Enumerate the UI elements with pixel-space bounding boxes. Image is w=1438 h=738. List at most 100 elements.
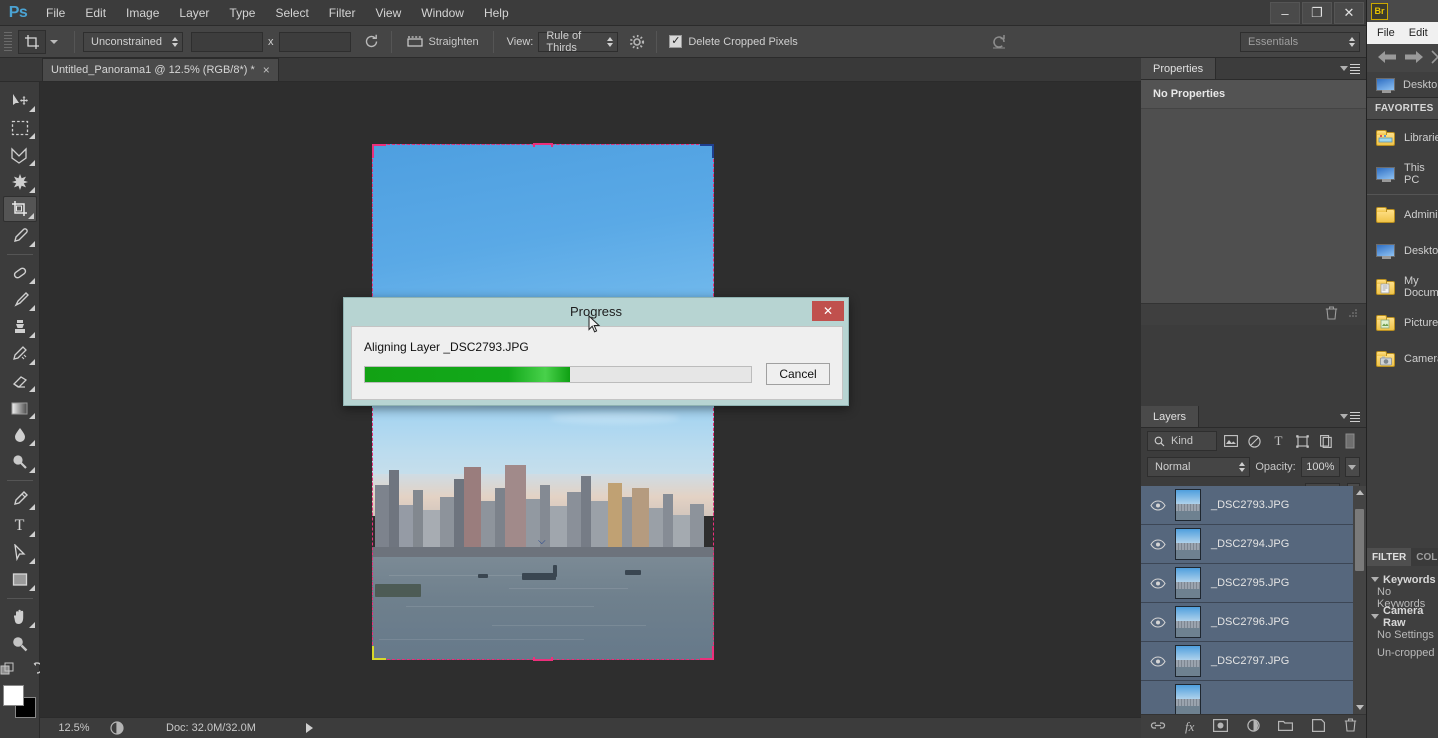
favorite-libraries[interactable]: Libraries [1367,120,1438,156]
eye-icon[interactable] [1141,655,1175,667]
close-icon[interactable]: × [263,64,270,76]
type-filter-icon[interactable]: T [1269,431,1289,451]
delete-cropped-pixels-checkbox[interactable]: ✓ Delete Cropped Pixels [669,35,798,48]
layer-row[interactable]: _DSC2794.JPG [1141,525,1366,564]
status-expand-icon[interactable] [305,723,313,733]
panel-resize-grip[interactable] [1348,308,1358,321]
eyedropper-tool[interactable] [3,223,37,249]
scroll-up-icon[interactable] [1355,490,1364,495]
new-layer-icon[interactable] [1312,718,1325,735]
rectangle-tool[interactable] [3,567,37,593]
type-tool[interactable]: T [3,513,37,539]
menu-help[interactable]: Help [474,0,519,26]
minimize-button[interactable]: – [1270,2,1300,24]
zoom-tool[interactable] [3,631,37,657]
tab-collections[interactable]: COLLECTIONS [1411,548,1438,566]
blend-mode-select[interactable]: Normal [1147,457,1251,477]
bridge-path-bar[interactable]: Desktop [1367,72,1438,98]
bridge-menu-file[interactable]: File [1377,27,1395,39]
layer-style-icon[interactable]: fx [1185,719,1194,735]
layer-thumbnail[interactable] [1175,489,1201,521]
favorite-my-documents[interactable]: My Documents [1367,269,1438,305]
options-bar-grip[interactable] [4,31,14,53]
reset-tools-icon[interactable] [24,662,43,679]
properties-panel-menu-icon[interactable] [1334,58,1366,79]
cancel-button[interactable]: Cancel [766,363,830,385]
close-button[interactable]: ✕ [1334,2,1364,24]
layer-filter-kind-select[interactable]: Kind [1147,431,1217,451]
layer-list[interactable]: _DSC2793.JPG _DSC2794.JPG _DSC2795.JPG _… [1141,486,1366,714]
gradient-tool[interactable] [3,395,37,421]
crop-tool-icon[interactable] [18,29,46,54]
menu-edit[interactable]: Edit [75,0,116,26]
document-tab[interactable]: Untitled_Panorama1 @ 12.5% (RGB/8*) * × [42,58,279,81]
layer-row[interactable]: _DSC2797.JPG [1141,642,1366,681]
shape-filter-icon[interactable] [1292,431,1312,451]
lasso-tool[interactable] [3,142,37,168]
move-tool[interactable] [3,88,37,114]
path-selection-tool[interactable] [3,540,37,566]
spot-healing-brush-tool[interactable] [3,260,37,286]
favorite-pictures[interactable]: Pictures [1367,305,1438,341]
menu-window[interactable]: Window [411,0,474,26]
menu-layer[interactable]: Layer [169,0,219,26]
progress-dialog[interactable]: Progress ✕ Aligning Layer _DSC2793.JPG C… [343,297,849,406]
layer-thumbnail[interactable] [1175,606,1201,638]
link-layers-icon[interactable] [1150,720,1166,734]
tab-filter[interactable]: FILTER [1367,548,1412,566]
eye-icon[interactable] [1141,499,1175,511]
blur-tool[interactable] [3,422,37,448]
brush-tool[interactable] [3,287,37,313]
scroll-down-icon[interactable] [1355,705,1364,710]
forward-arrow-icon[interactable] [1404,50,1424,67]
filter-camera-raw-value[interactable]: No Settings [1367,626,1438,644]
reset-icon[interactable] [988,32,1010,52]
opacity-dropdown-icon[interactable] [1344,457,1360,477]
quick-selection-tool[interactable] [3,169,37,195]
favorite-administrator[interactable]: Administrator [1367,197,1438,233]
back-arrow-icon[interactable] [1377,50,1397,67]
layer-row[interactable] [1141,681,1366,714]
favorite-desktop[interactable]: Desktop [1367,233,1438,269]
favorite-this-pc[interactable]: This PC [1367,156,1438,192]
delete-layer-icon[interactable] [1344,718,1357,735]
layer-row[interactable]: _DSC2793.JPG [1141,486,1366,525]
scrollbar-thumb[interactable] [1355,509,1364,571]
history-brush-tool[interactable] [3,341,37,367]
new-group-icon[interactable] [1278,719,1294,734]
layer-row[interactable]: _DSC2796.JPG [1141,603,1366,642]
color-swatches[interactable] [2,685,37,719]
foreground-color-swatch[interactable] [2,685,24,706]
crop-width-input[interactable] [191,31,263,52]
menu-file[interactable]: File [36,0,75,26]
layers-scrollbar[interactable] [1353,486,1366,714]
straighten-button[interactable]: Straighten [400,31,485,53]
layer-filter-toggle[interactable] [1340,431,1360,451]
swap-dimensions-icon[interactable] [361,32,383,52]
eye-icon[interactable] [1141,577,1175,589]
restore-button[interactable]: ❐ [1302,2,1332,24]
layer-mask-icon[interactable] [1213,718,1229,735]
tab-layers[interactable]: Layers [1141,406,1200,427]
bridge-nav-more-icon[interactable] [1431,49,1438,67]
menu-select[interactable]: Select [265,0,318,26]
crop-view-select[interactable]: Rule of Thirds [538,30,619,54]
edit-toolbar-icon[interactable] [0,662,16,679]
zoom-level-field[interactable]: 12.5% [50,722,98,734]
crop-ratio-select[interactable]: Unconstrained [83,31,183,52]
layer-thumbnail[interactable] [1175,684,1201,714]
pen-tool[interactable] [3,486,37,512]
layer-thumbnail[interactable] [1175,528,1201,560]
filter-uncropped-value[interactable]: Un-cropped [1367,644,1438,662]
smart-object-filter-icon[interactable] [1316,431,1336,451]
menu-view[interactable]: View [365,0,411,26]
menu-type[interactable]: Type [219,0,265,26]
dialog-close-button[interactable]: ✕ [812,301,844,321]
eye-icon[interactable] [1141,538,1175,550]
crop-height-input[interactable] [278,31,351,52]
bridge-menu-edit[interactable]: Edit [1409,27,1428,39]
layer-row[interactable]: _DSC2795.JPG [1141,564,1366,603]
tool-preset-chevron-down-icon[interactable] [50,39,58,44]
hand-tool[interactable] [3,604,37,630]
favorite-camera[interactable]: Camera [1367,341,1438,377]
